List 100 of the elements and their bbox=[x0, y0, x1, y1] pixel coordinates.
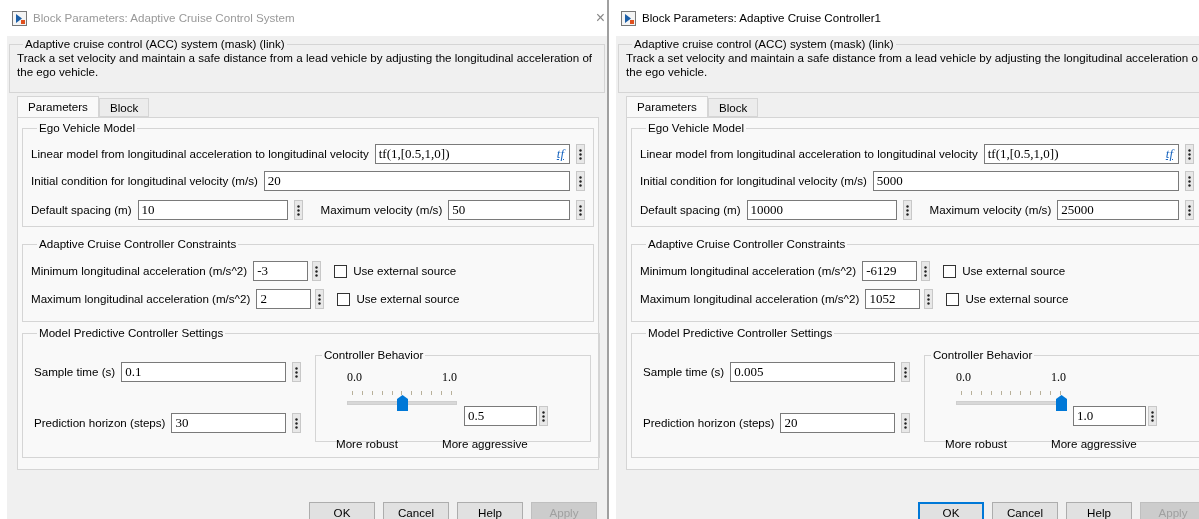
checkbox[interactable] bbox=[946, 292, 960, 306]
tab[interactable]: Parameters bbox=[17, 96, 99, 117]
options-button[interactable] bbox=[901, 362, 910, 382]
dots-icon bbox=[295, 417, 298, 429]
dialog-button[interactable]: Help bbox=[1066, 502, 1132, 519]
input-field[interactable]: 10000 bbox=[746, 200, 897, 220]
dots-icon bbox=[927, 293, 931, 305]
field-label: Maximum velocity (m/s) bbox=[320, 202, 443, 219]
input-field[interactable]: 1.0 bbox=[1073, 406, 1146, 426]
options-button[interactable] bbox=[576, 144, 585, 164]
options-button[interactable] bbox=[293, 200, 303, 220]
field-label: Minimum longitudinal acceleration (m/s^2) bbox=[31, 263, 248, 280]
scale-label: 1.0 bbox=[1051, 369, 1066, 386]
options-button[interactable] bbox=[1185, 144, 1194, 164]
tick-mark bbox=[990, 391, 992, 395]
checkbox[interactable] bbox=[337, 292, 351, 306]
tab[interactable]: Parameters bbox=[626, 96, 708, 117]
group-title: Ego Vehicle Model bbox=[647, 121, 746, 135]
tab[interactable]: Block bbox=[98, 98, 150, 117]
group-title: Adaptive Cruise Controller Constraints bbox=[647, 237, 847, 251]
field-label: Initial condition for longitudinal velocity (m/s) bbox=[640, 173, 867, 190]
checkbox[interactable] bbox=[334, 264, 348, 278]
dots-icon bbox=[579, 204, 582, 216]
dots-icon bbox=[905, 204, 909, 216]
group-title: Adaptive cruise control (ACC) system (mask) (link) bbox=[24, 37, 286, 51]
options-button[interactable] bbox=[924, 289, 934, 309]
caption-label: More aggressive bbox=[442, 436, 528, 452]
field-label: Default spacing (m) bbox=[640, 202, 741, 219]
tick-mark bbox=[970, 391, 972, 395]
options-button[interactable] bbox=[576, 171, 585, 191]
group-title: Model Predictive Controller Settings bbox=[38, 326, 225, 340]
tick-mark bbox=[450, 391, 452, 395]
input-field[interactable]: 25000 bbox=[1057, 200, 1179, 220]
scale-label: 0.0 bbox=[347, 369, 362, 386]
field-label: Linear model from longitudinal acceleration to longitudinal velocity bbox=[31, 146, 369, 163]
input-field[interactable]: 30 bbox=[171, 413, 286, 433]
input-field[interactable]: 10 bbox=[137, 200, 288, 220]
options-button[interactable] bbox=[1185, 171, 1194, 191]
input-field[interactable]: 20 bbox=[263, 171, 570, 191]
tick-mark bbox=[411, 391, 413, 395]
description-line: Track a set velocity and maintain a safe distance from a lead vehicle by adjusting the longitudinal acceleration of bbox=[17, 51, 594, 65]
tab[interactable]: Block bbox=[707, 98, 759, 117]
dots-icon bbox=[315, 265, 319, 277]
dots-icon bbox=[579, 175, 582, 187]
field-label: Linear model from longitudinal acceleration to longitudinal velocity bbox=[640, 146, 978, 163]
options-button[interactable] bbox=[1185, 200, 1194, 220]
dialog-button[interactable]: Help bbox=[457, 502, 523, 519]
tick-mark bbox=[401, 391, 403, 395]
options-button[interactable] bbox=[576, 200, 585, 220]
input-field[interactable]: tf(1,[0.5,1,0]) tf bbox=[374, 144, 570, 164]
input-field[interactable]: 50 bbox=[448, 200, 570, 220]
options-button[interactable] bbox=[315, 289, 325, 309]
scale-label: 0.0 bbox=[956, 369, 971, 386]
tf-link[interactable]: tf bbox=[1165, 144, 1173, 164]
input-field[interactable]: 2 bbox=[256, 289, 312, 309]
dots-icon bbox=[542, 410, 545, 422]
tick-mark bbox=[1050, 391, 1051, 395]
input-field[interactable]: 0.1 bbox=[121, 362, 286, 382]
options-button[interactable] bbox=[901, 413, 910, 433]
dialog-button[interactable]: OK bbox=[309, 502, 375, 519]
input-field[interactable]: 5000 bbox=[872, 171, 1179, 191]
options-button[interactable] bbox=[292, 362, 301, 382]
options-button[interactable] bbox=[902, 200, 912, 220]
field-label: Initial condition for longitudinal velocity (m/s) bbox=[31, 173, 258, 190]
tick-mark bbox=[1020, 391, 1022, 395]
tick-mark bbox=[980, 391, 982, 395]
dialog-button[interactable]: Cancel bbox=[383, 502, 449, 519]
group-title: Ego Vehicle Model bbox=[38, 121, 137, 135]
tick-mark bbox=[441, 391, 442, 395]
input-field[interactable]: 0.5 bbox=[464, 406, 537, 426]
dots-icon bbox=[295, 366, 298, 378]
dialog-button[interactable]: OK bbox=[918, 502, 984, 519]
tf-link[interactable]: tf bbox=[556, 144, 564, 164]
checkbox-label: Use external source bbox=[353, 263, 457, 280]
options-button[interactable] bbox=[292, 413, 301, 433]
input-field[interactable]: tf(1,[0.5,1,0]) tf bbox=[983, 144, 1179, 164]
dots-icon bbox=[1188, 175, 1191, 187]
checkbox[interactable] bbox=[943, 264, 957, 278]
options-button[interactable] bbox=[1148, 406, 1157, 426]
caption-label: More aggressive bbox=[1051, 436, 1137, 452]
checkbox-label: Use external source bbox=[965, 291, 1069, 308]
scale-label: 1.0 bbox=[442, 369, 457, 386]
input-field[interactable]: -6129 bbox=[862, 261, 918, 281]
tick-mark bbox=[352, 391, 353, 395]
app-icon bbox=[12, 10, 27, 26]
input-field[interactable]: 1052 bbox=[865, 289, 921, 309]
dialog-button[interactable]: Cancel bbox=[992, 502, 1058, 519]
options-button[interactable] bbox=[312, 261, 322, 281]
slider[interactable] bbox=[956, 395, 1066, 412]
tick-mark bbox=[361, 391, 363, 395]
input-field[interactable]: -3 bbox=[253, 261, 309, 281]
input-field[interactable]: 0.005 bbox=[730, 362, 895, 382]
slider[interactable] bbox=[347, 395, 457, 412]
description-line: the ego vehicle. bbox=[626, 65, 709, 79]
options-button[interactable] bbox=[921, 261, 931, 281]
field-label: Prediction horizon (steps) bbox=[643, 415, 775, 432]
close-button[interactable]: × bbox=[595, 10, 605, 26]
input-field[interactable]: 20 bbox=[780, 413, 895, 433]
options-button[interactable] bbox=[539, 406, 548, 426]
field-label: Default spacing (m) bbox=[31, 202, 132, 219]
